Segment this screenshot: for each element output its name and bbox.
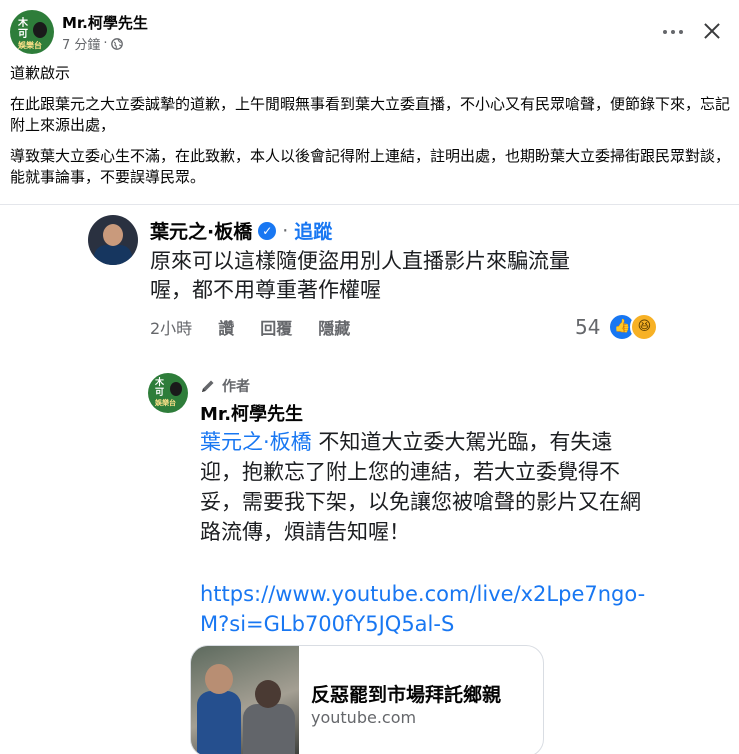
more-options-button[interactable] (660, 22, 686, 42)
post-paragraph: 在此跟葉元之大立委誠摯的道歉，上午閒暇無事看到葉大立委直播，不小心又有民眾嗆聲，… (10, 95, 731, 134)
author-name[interactable]: Mr.柯學先生 (62, 12, 148, 33)
more-dot (663, 30, 667, 34)
post-paragraph: 導致葉大立委心生不滿，在此致歉，本人以後會記得附上連結，註明出處，也期盼葉大立委… (10, 147, 731, 186)
author-avatar[interactable]: 木 可 娛樂台 (10, 10, 54, 54)
link-title: 反惡罷到市場拜託鄉親 (311, 684, 502, 706)
thumbnail-head (205, 664, 233, 694)
globe-icon (110, 37, 123, 50)
haha-icon: 😆 (630, 313, 659, 341)
post-body: 道歉啟示 在此跟葉元之大立委誠摯的道歉，上午閒暇無事看到葉大立委直播，不小心又有… (10, 63, 732, 198)
avatar-mic-graphic (33, 22, 47, 38)
avatar-suit (94, 245, 132, 265)
comment-header: 葉元之·板橋 ✓ · 追蹤 (150, 217, 332, 244)
thumbnail-person (243, 704, 295, 754)
link-thumbnail (191, 646, 299, 754)
reaction-count: 54 (575, 315, 601, 339)
more-dot (671, 30, 675, 34)
comment-line: 原來可以這樣隨便盜用別人直播影片來騙流量 (150, 249, 570, 273)
reply-text: 葉元之·板橋 不知道大立委大駕光臨，有失遠迎，抱歉忘了附上您的連結，若大立委覺得… (200, 427, 650, 547)
avatar-text-1: 木 (155, 378, 165, 388)
comment-dot: · (282, 219, 289, 242)
link-domain: youtube.com (311, 708, 417, 727)
comment-reactions: 54 👍 😆 (575, 313, 659, 341)
comment-time: 2小時 (150, 319, 193, 338)
avatar-text-3: 娛樂台 (18, 41, 42, 50)
mention-tag: 葉元之·板橋 (200, 430, 312, 454)
comment-text: 原來可以這樣隨便盜用別人直播影片來騙流量 喔，都不用尊重著作權喔 (150, 247, 630, 305)
close-icon[interactable] (699, 18, 725, 44)
comment-hide-action: 隱藏 (318, 319, 351, 338)
comment-actions: 2小時 讚 回覆 隱藏 (150, 315, 350, 339)
avatar-text-2: 可 (155, 388, 165, 398)
meta-separator: · (103, 36, 108, 51)
pen-icon (202, 380, 214, 392)
comment-line: 喔，都不用尊重著作權喔 (150, 278, 381, 302)
post-image[interactable]: 葉元之·板橋 ✓ · 追蹤 原來可以這樣隨便盜用別人直播影片來騙流量 喔，都不用… (0, 204, 739, 754)
post-paragraph: 道歉啟示 (10, 64, 71, 82)
verified-icon: ✓ (258, 221, 277, 240)
follow-link: 追蹤 (294, 221, 333, 243)
thumbnail-head (255, 680, 281, 708)
link-preview-card: 反惡罷到市場拜託鄉親 youtube.com (190, 645, 544, 754)
author-badge: 作者 (200, 376, 250, 396)
thumbnail-person (197, 691, 241, 754)
avatar-mic-graphic (170, 382, 182, 396)
reply-author-name: Mr.柯學先生 (200, 404, 304, 425)
post-time[interactable]: 7 分鐘 (62, 34, 100, 53)
reply-avatar: 木 可 娛樂台 (148, 373, 188, 413)
commenter-name: 葉元之·板橋 (150, 221, 253, 243)
post-header: 木 可 娛樂台 Mr.柯學先生 7 分鐘 · (0, 0, 739, 62)
avatar-face (103, 224, 123, 246)
comment-reply-action: 回覆 (260, 319, 293, 338)
avatar-text-2: 可 (18, 29, 28, 40)
avatar-text-1: 木 (18, 18, 28, 29)
more-dot (679, 30, 683, 34)
comment-like-action: 讚 (218, 319, 235, 338)
avatar-text-3: 娛樂台 (155, 399, 176, 407)
reply-link: https://www.youtube.com/live/x2Lpe7ngo-M… (200, 582, 646, 636)
author-badge-label: 作者 (222, 379, 250, 395)
commenter-avatar (88, 215, 138, 265)
post-meta: 7 分鐘 · (62, 34, 123, 53)
